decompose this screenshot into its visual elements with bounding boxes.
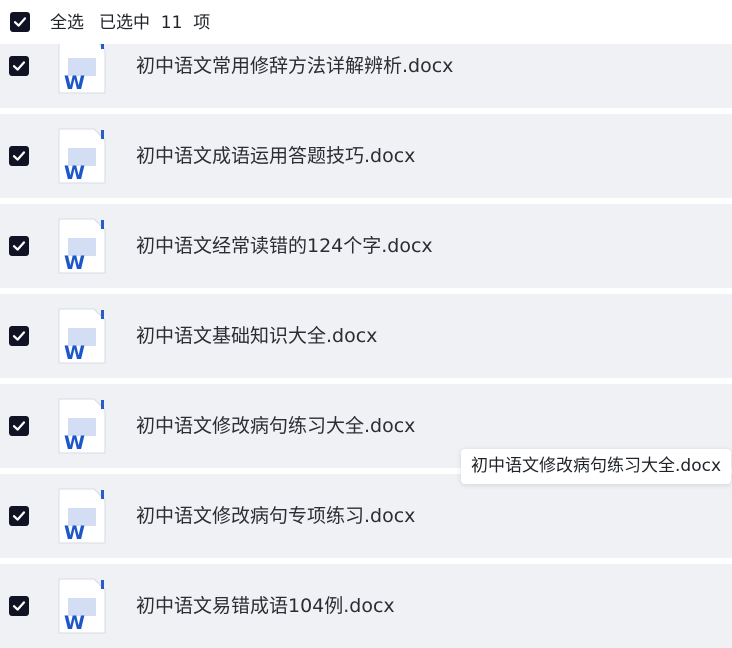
checkmark-icon bbox=[12, 421, 26, 431]
svg-text:W: W bbox=[64, 342, 85, 364]
selection-toolbar: 全选 已选中 11 项 bbox=[0, 0, 732, 44]
select-all-checkbox[interactable] bbox=[10, 12, 30, 32]
word-doc-icon: W bbox=[58, 488, 106, 544]
svg-text:W: W bbox=[64, 432, 85, 454]
file-name: 初中语文常用修辞方法详解辨析.docx bbox=[136, 55, 454, 77]
word-doc-icon: W bbox=[58, 38, 106, 94]
file-row[interactable]: W 初中语文经常读错的124个字.docx bbox=[0, 204, 732, 288]
file-name: 初中语文修改病句专项练习.docx bbox=[136, 505, 416, 527]
word-doc-icon: W bbox=[58, 578, 106, 634]
file-name: 初中语文经常读错的124个字.docx bbox=[136, 235, 433, 257]
checkmark-icon bbox=[12, 601, 26, 611]
row-checkbox[interactable] bbox=[9, 416, 29, 436]
file-name: 初中语文基础知识大全.docx bbox=[136, 325, 378, 347]
file-name: 初中语文成语运用答题技巧.docx bbox=[136, 145, 416, 167]
row-checkbox[interactable] bbox=[9, 506, 29, 526]
row-checkbox[interactable] bbox=[9, 146, 29, 166]
filename-tooltip: 初中语文修改病句练习大全.docx bbox=[461, 449, 732, 484]
word-doc-icon: W bbox=[58, 398, 106, 454]
file-list: W 初中语文常用修辞方法详解辨析.docx W 初中语文成语运用答题技巧.doc… bbox=[0, 0, 732, 648]
svg-text:W: W bbox=[64, 72, 85, 94]
row-checkbox[interactable] bbox=[9, 326, 29, 346]
checkmark-icon bbox=[12, 511, 26, 521]
row-checkbox[interactable] bbox=[9, 596, 29, 616]
svg-text:W: W bbox=[64, 252, 85, 274]
file-row[interactable]: W 初中语文成语运用答题技巧.docx bbox=[0, 114, 732, 198]
selected-count: 已选中 11 项 bbox=[99, 13, 211, 33]
checkmark-icon bbox=[13, 17, 27, 27]
checkmark-icon bbox=[12, 61, 26, 71]
file-name: 初中语文易错成语104例.docx bbox=[136, 595, 395, 617]
file-name: 初中语文修改病句练习大全.docx bbox=[136, 415, 416, 437]
row-checkbox[interactable] bbox=[9, 56, 29, 76]
checkmark-icon bbox=[12, 331, 26, 341]
word-doc-icon: W bbox=[58, 128, 106, 184]
checkmark-icon bbox=[12, 151, 26, 161]
svg-text:W: W bbox=[64, 522, 85, 544]
svg-text:W: W bbox=[64, 162, 85, 184]
checkmark-icon bbox=[12, 241, 26, 251]
svg-text:W: W bbox=[64, 612, 85, 634]
file-row[interactable]: W 初中语文基础知识大全.docx bbox=[0, 294, 732, 378]
word-doc-icon: W bbox=[58, 308, 106, 364]
row-checkbox[interactable] bbox=[9, 236, 29, 256]
select-all-label[interactable]: 全选 bbox=[50, 12, 84, 34]
word-doc-icon: W bbox=[58, 218, 106, 274]
file-row[interactable]: W 初中语文易错成语104例.docx bbox=[0, 564, 732, 648]
file-row[interactable]: W 初中语文修改病句专项练习.docx bbox=[0, 474, 732, 558]
